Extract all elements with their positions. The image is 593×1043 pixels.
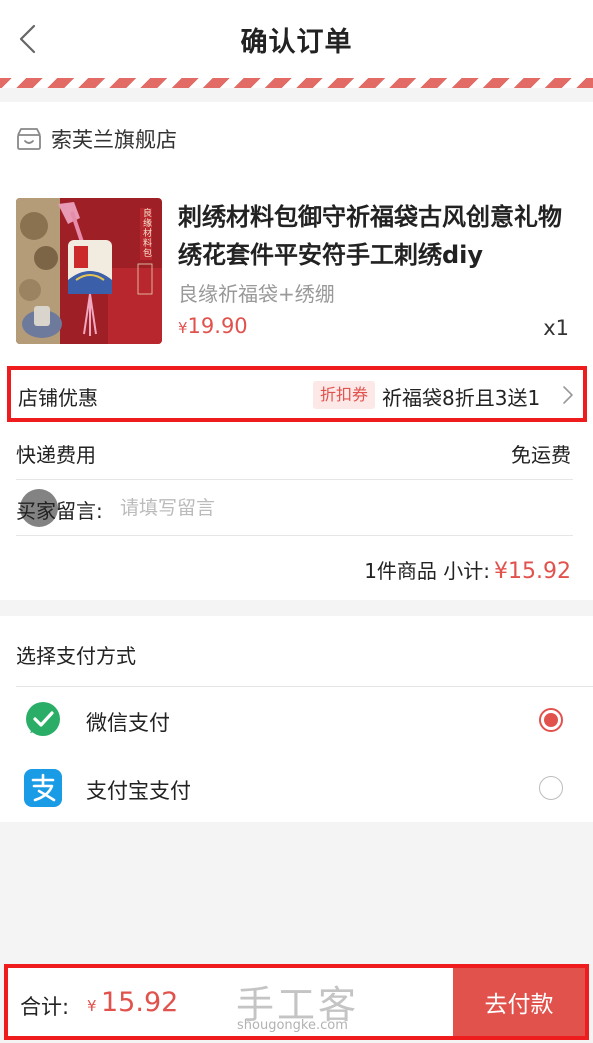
discount-description: 祈福袋8折且3送1 — [382, 386, 541, 410]
store-icon — [17, 128, 41, 150]
shipping-label: 快递费用 — [16, 443, 96, 467]
product-image[interactable]: 良缘材料包 — [16, 198, 162, 344]
buyer-message-row: 买家留言: — [16, 480, 573, 536]
order-card: 索芙兰旗舰店 良缘材料包 刺绣材料包御守祈福袋古风创意礼物绣花套件平安符手工刺绣… — [0, 102, 593, 600]
store-header[interactable]: 索芙兰旗舰店 — [16, 124, 177, 154]
radio-unselected[interactable] — [539, 776, 563, 800]
product-quantity: x1 — [543, 316, 569, 340]
payment-option-label: 微信支付 — [86, 711, 170, 735]
shipping-value: 免运费 — [511, 443, 571, 467]
shipping-row: 快递费用 免运费 — [16, 424, 573, 480]
payment-method-title: 选择支付方式 — [16, 644, 136, 668]
store-discount-label: 店铺优惠 — [18, 386, 98, 410]
product-price: ¥19.90 — [178, 314, 248, 338]
store-discount-row[interactable]: 店铺优惠 折扣券 祈福袋8折且3送1 — [7, 366, 587, 422]
discount-coupon-badge: 折扣券 — [313, 381, 376, 409]
payment-option-wechat[interactable]: 微信支付 — [0, 688, 593, 752]
payment-option-alipay[interactable]: 支付宝支付 — [0, 756, 593, 820]
product-spec: 良缘祈福袋+绣绷 — [178, 282, 335, 306]
buyer-message-input[interactable] — [120, 490, 560, 526]
divider — [16, 686, 593, 687]
store-name: 索芙兰旗舰店 — [51, 128, 177, 152]
decorative-stripe — [0, 78, 593, 88]
page-title: 确认订单 — [240, 27, 353, 58]
chevron-right-icon — [563, 386, 573, 404]
product-title[interactable]: 刺绣材料包御守祈福袋古风创意礼物绣花套件平安符手工刺绣diy — [178, 198, 578, 274]
total-currency-symbol: ¥ — [87, 997, 97, 1015]
alipay-icon — [24, 769, 62, 807]
radio-selected[interactable] — [539, 708, 563, 732]
total-label: 合计: — [20, 995, 70, 1019]
buyer-message-label: 买家留言: — [16, 499, 103, 523]
payment-method-card: 选择支付方式 微信支付 支付宝支付 — [0, 616, 593, 822]
subtotal: 1件商品 小计: ¥15.92 — [364, 555, 571, 584]
product-price-value: 19.90 — [187, 314, 248, 338]
subtotal-amount: ¥15.92 — [494, 559, 571, 584]
product-image-caption: 良缘材料包 — [141, 207, 152, 258]
total-amount: 15.92 — [101, 987, 179, 1018]
pay-button[interactable]: 去付款 — [453, 968, 585, 1036]
checkout-footer: 合计: ¥ 15.92 手工客 shougongke.com 去付款 — [4, 964, 589, 1040]
wechat-pay-icon — [26, 702, 60, 736]
watermark-url: shougongke.com — [237, 1018, 348, 1033]
payment-option-label: 支付宝支付 — [86, 779, 191, 803]
nav-header: 确认订单 — [0, 0, 593, 78]
product-price-symbol: ¥ — [178, 319, 188, 337]
subtotal-label: 1件商品 小计: — [364, 559, 491, 583]
